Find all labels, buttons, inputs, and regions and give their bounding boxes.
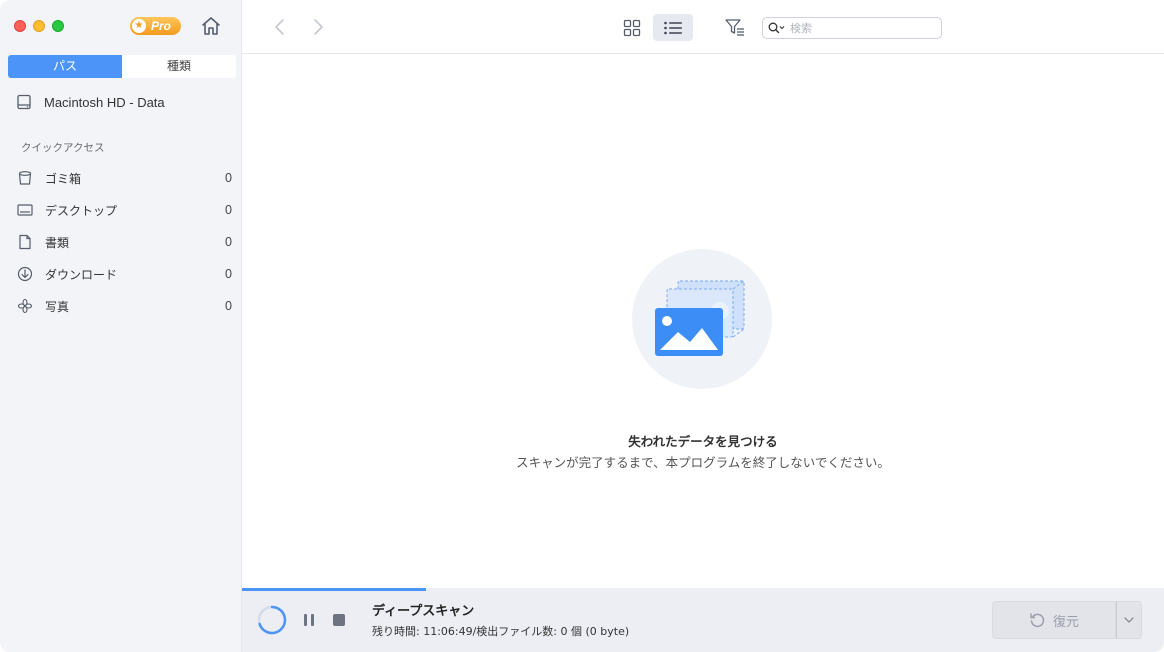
scan-progress-bar bbox=[242, 588, 1164, 591]
search-input[interactable] bbox=[790, 21, 930, 35]
sidebar-item-photos[interactable]: 写真 0 bbox=[16, 295, 232, 317]
grid-icon bbox=[623, 19, 641, 36]
tab-type[interactable]: 種類 bbox=[122, 55, 236, 78]
download-icon bbox=[16, 265, 34, 283]
home-button[interactable] bbox=[200, 15, 222, 37]
sidebar-item-drive[interactable]: Macintosh HD - Data bbox=[16, 92, 165, 112]
close-window-button[interactable] bbox=[14, 20, 26, 32]
zoom-window-button[interactable] bbox=[52, 20, 64, 32]
desktop-icon bbox=[16, 201, 34, 219]
document-icon bbox=[16, 233, 34, 251]
pause-button[interactable] bbox=[302, 612, 316, 628]
sidebar: ★ Pro パス 種類 Macintosh HD - Data クイックアクセス bbox=[0, 0, 242, 652]
drive-label: Macintosh HD - Data bbox=[44, 94, 165, 110]
loading-spinner-icon bbox=[257, 605, 287, 635]
scan-title: ディープスキャン bbox=[372, 604, 475, 619]
photos-icon bbox=[16, 297, 34, 315]
drive-icon bbox=[17, 94, 31, 110]
sidebar-item-label: 書類 bbox=[45, 235, 70, 250]
item-count: 0 bbox=[225, 235, 232, 249]
toolbar bbox=[242, 0, 1164, 54]
list-view-button[interactable] bbox=[653, 14, 693, 41]
scan-detail: 残り時間: 11:06:49/検出ファイル数: 0 個 (0 byte) bbox=[372, 625, 630, 638]
star-icon: ★ bbox=[132, 19, 146, 33]
home-icon bbox=[202, 17, 220, 35]
scan-progress-fill bbox=[242, 588, 427, 591]
empty-state-title: 失われたデータを見つける bbox=[628, 434, 778, 449]
recover-button-label: 復元 bbox=[1052, 614, 1079, 630]
sidebar-item-documents[interactable]: 書類 0 bbox=[16, 231, 232, 253]
sidebar-item-label: デスクトップ bbox=[45, 203, 118, 218]
filter-icon bbox=[725, 19, 744, 36]
main-content: 失われたデータを見つける スキャンが完了するまで、本プログラムを終了しないでくだ… bbox=[242, 55, 1164, 588]
empty-state-illustration bbox=[632, 249, 772, 389]
pause-icon bbox=[304, 614, 307, 626]
recover-options-button[interactable] bbox=[1116, 601, 1142, 639]
app-window: ★ Pro パス 種類 Macintosh HD - Data クイックアクセス bbox=[0, 0, 1164, 652]
stop-button[interactable] bbox=[333, 614, 345, 626]
filter-button[interactable] bbox=[724, 16, 746, 38]
forward-button[interactable] bbox=[310, 17, 326, 37]
sidebar-tab-switch: パス 種類 bbox=[8, 55, 236, 78]
grid-view-button[interactable] bbox=[614, 14, 650, 41]
sidebar-item-label: 写真 bbox=[45, 299, 70, 314]
chevron-left-icon bbox=[275, 19, 284, 35]
pro-badge-label: Pro bbox=[151, 19, 172, 33]
sidebar-item-trash[interactable]: ゴミ箱 0 bbox=[16, 167, 232, 189]
image-stack-icon bbox=[655, 280, 745, 356]
scan-status-bar: ディープスキャン 残り時間: 11:06:49/検出ファイル数: 0 個 (0 … bbox=[242, 588, 1164, 652]
item-count: 0 bbox=[225, 203, 232, 217]
recover-button[interactable]: 復元 bbox=[992, 601, 1116, 639]
chevron-down-icon bbox=[1124, 617, 1134, 623]
trash-icon bbox=[16, 169, 34, 187]
sidebar-item-label: ダウンロード bbox=[45, 267, 118, 282]
item-count: 0 bbox=[225, 299, 232, 313]
sidebar-item-downloads[interactable]: ダウンロード 0 bbox=[16, 263, 232, 285]
pro-badge[interactable]: ★ Pro bbox=[130, 17, 181, 35]
empty-state-subtitle: スキャンが完了するまで、本プログラムを終了しないでください。 bbox=[516, 455, 890, 470]
item-count: 0 bbox=[225, 171, 232, 185]
item-count: 0 bbox=[225, 267, 232, 281]
search-icon bbox=[768, 22, 785, 34]
minimize-window-button[interactable] bbox=[33, 20, 45, 32]
back-button[interactable] bbox=[272, 17, 288, 37]
quick-access-header: クイックアクセス bbox=[21, 142, 105, 154]
chevron-right-icon bbox=[314, 19, 323, 35]
sidebar-item-desktop[interactable]: デスクトップ 0 bbox=[16, 199, 232, 221]
search-field[interactable] bbox=[762, 17, 942, 39]
tab-path[interactable]: パス bbox=[8, 55, 122, 78]
list-icon bbox=[664, 21, 682, 34]
sidebar-item-label: ゴミ箱 bbox=[45, 171, 82, 186]
restore-icon bbox=[1030, 613, 1045, 628]
